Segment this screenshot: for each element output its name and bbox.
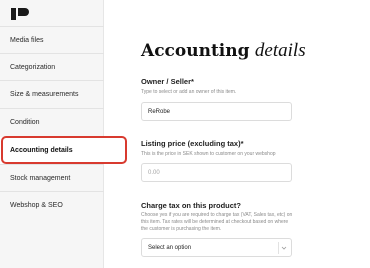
main-content: Accounting details Owner / Seller* Type … — [104, 0, 370, 268]
sidebar-item-condition[interactable]: Condition — [0, 108, 104, 135]
sidebar-item-label: Categorization — [10, 63, 56, 71]
price-hint: This is the price in SEK shown to custom… — [141, 151, 276, 157]
price-input-placeholder: 0.00 — [148, 169, 160, 176]
sidebar-item-label: Media files — [10, 36, 44, 44]
sidebar-item-size-measurements[interactable]: Size & measurements — [0, 80, 104, 107]
sidebar-item-label: Stock management — [10, 174, 71, 182]
sidebar-item-label: Size & measurements — [10, 90, 79, 98]
logo-icon — [11, 8, 29, 20]
chevron-down-icon — [281, 246, 287, 250]
page-title-part1: Accounting — [141, 41, 250, 61]
sidebar-item-label: Accounting details — [10, 147, 73, 154]
sidebar-item-categorization[interactable]: Categorization — [0, 53, 104, 80]
sidebar: Media files Categorization Size & measur… — [0, 0, 126, 268]
price-input[interactable]: 0.00 — [141, 163, 292, 182]
owner-label: Owner / Seller* — [141, 77, 194, 86]
select-divider — [278, 242, 279, 254]
owner-input-value: ReRobe — [148, 108, 171, 115]
page-title: Accounting details — [141, 40, 306, 62]
tax-select[interactable]: Select an option — [141, 238, 292, 257]
tax-label: Charge tax on this product? — [141, 201, 242, 210]
price-label: Listing price (excluding tax)* — [141, 139, 244, 148]
sidebar-item-label: Condition — [10, 118, 40, 126]
owner-hint: Type to select or add an owner of this i… — [141, 89, 237, 95]
sidebar-item-media-files[interactable]: Media files — [0, 26, 104, 53]
tax-hint: Choose yes if you are required to charge… — [141, 212, 293, 232]
page-title-part2: details — [254, 40, 306, 61]
sidebar-item-label: Webshop & SEO — [10, 201, 63, 209]
sidebar-item-webshop-seo[interactable]: Webshop & SEO — [0, 191, 104, 218]
tax-select-value: Select an option — [148, 244, 192, 251]
sidebar-item-stock-management[interactable]: Stock management — [0, 164, 104, 191]
owner-input[interactable]: ReRobe — [141, 102, 292, 121]
